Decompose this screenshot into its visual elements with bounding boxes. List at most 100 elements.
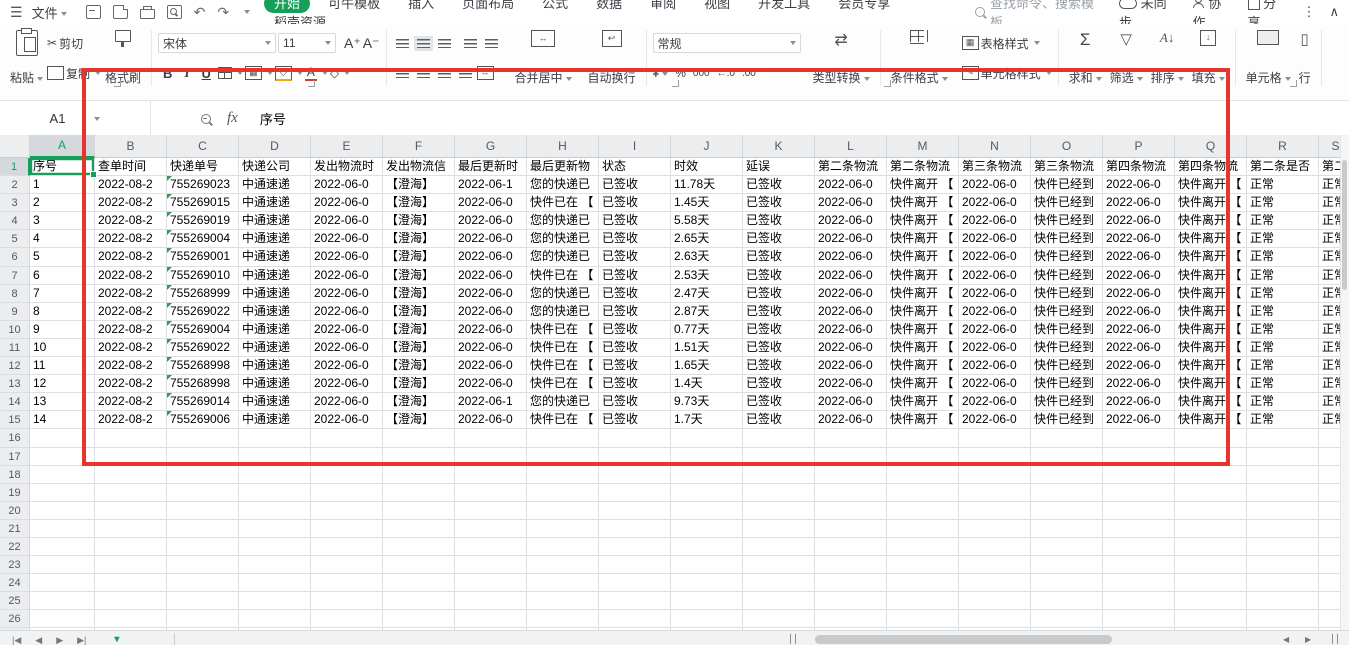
- cell-A24[interactable]: [30, 574, 95, 593]
- cell-I5[interactable]: 已签收: [599, 230, 671, 249]
- cell-C8[interactable]: 755268999: [167, 284, 239, 303]
- cell-B5[interactable]: 2022-08-2: [95, 230, 167, 249]
- cell-D12[interactable]: 中通速递: [239, 357, 311, 376]
- cell-R17[interactable]: [1247, 447, 1319, 466]
- cell-I14[interactable]: 已签收: [599, 393, 671, 412]
- cell-I18[interactable]: [599, 465, 671, 484]
- cell-A19[interactable]: [30, 483, 95, 502]
- cell-E13[interactable]: 2022-06-0: [311, 375, 383, 394]
- cell-O21[interactable]: [1031, 519, 1103, 538]
- print-preview-icon[interactable]: [166, 5, 182, 19]
- cell-F23[interactable]: [383, 556, 455, 575]
- cell-H10[interactable]: 快件已在 【: [527, 320, 599, 339]
- cell-O14[interactable]: 快件已经到: [1031, 393, 1103, 412]
- cell-E16[interactable]: [311, 429, 383, 448]
- row-header-6[interactable]: 6: [0, 248, 30, 267]
- cell-M24[interactable]: [887, 574, 959, 593]
- justify-icon[interactable]: [458, 68, 472, 78]
- cell-M8[interactable]: 快件离开 【: [887, 284, 959, 303]
- align-middle-icon[interactable]: [413, 35, 433, 51]
- cell-L3[interactable]: 2022-06-0: [815, 194, 887, 213]
- cell-L22[interactable]: [815, 537, 887, 557]
- cell-B24[interactable]: [95, 574, 167, 593]
- cell-R9[interactable]: 正常: [1247, 302, 1319, 321]
- cell-G14[interactable]: 2022-06-1: [455, 393, 527, 412]
- cell-G7[interactable]: 2022-06-0: [455, 266, 527, 285]
- cell-D15[interactable]: 中通速递: [239, 411, 311, 430]
- borders-icon[interactable]: [217, 67, 232, 79]
- cell-O1[interactable]: 第三条物流: [1031, 158, 1103, 177]
- cell-O9[interactable]: 快件已经到: [1031, 302, 1103, 321]
- cell-K7[interactable]: 已签收: [743, 266, 815, 285]
- cell-F16[interactable]: [383, 429, 455, 448]
- cell-N12[interactable]: 2022-06-0: [959, 357, 1031, 376]
- cell-L20[interactable]: [815, 501, 887, 520]
- cell-H11[interactable]: 快件已在 【: [527, 338, 599, 358]
- filter-button[interactable]: ▽ 筛选: [1110, 30, 1143, 86]
- cell-Q1[interactable]: 第四条物流: [1175, 158, 1247, 177]
- cell-F14[interactable]: 【澄海】: [383, 393, 455, 412]
- cell-Q21[interactable]: [1175, 519, 1247, 538]
- wrap-text-button[interactable]: ↩ 自动换行: [588, 30, 636, 86]
- increase-decimal-icon[interactable]: .00: [742, 68, 756, 79]
- cell-B19[interactable]: [95, 483, 167, 502]
- cell-D19[interactable]: [239, 483, 311, 502]
- cell-L24[interactable]: [815, 574, 887, 593]
- decrease-indent-icon[interactable]: [463, 38, 477, 48]
- cell-P3[interactable]: 2022-06-0: [1103, 194, 1175, 213]
- cell-D13[interactable]: 中通速递: [239, 375, 311, 394]
- cell-E2[interactable]: 2022-06-0: [311, 176, 383, 195]
- cell-R4[interactable]: 正常: [1247, 212, 1319, 231]
- percent-icon[interactable]: %: [675, 66, 686, 80]
- cell-D3[interactable]: 中通速递: [239, 194, 311, 213]
- column-header-H[interactable]: H: [527, 135, 599, 158]
- cell-N19[interactable]: [959, 483, 1031, 502]
- cell-G18[interactable]: [455, 465, 527, 484]
- cell-E20[interactable]: [311, 501, 383, 520]
- cell-H21[interactable]: [527, 519, 599, 538]
- cell-K2[interactable]: 已签收: [743, 176, 815, 195]
- column-header-A[interactable]: A: [30, 135, 95, 158]
- cell-O20[interactable]: [1031, 501, 1103, 520]
- cell-F24[interactable]: [383, 574, 455, 593]
- cell-O15[interactable]: 快件已经到: [1031, 411, 1103, 430]
- cell-C6[interactable]: 755269001: [167, 248, 239, 267]
- cell-J1[interactable]: 时效: [671, 158, 743, 177]
- cell-M9[interactable]: 快件离开 【: [887, 302, 959, 321]
- cell-B17[interactable]: [95, 447, 167, 466]
- row-header-2[interactable]: 2: [0, 176, 30, 195]
- cell-G9[interactable]: 2022-06-0: [455, 302, 527, 321]
- cell-I6[interactable]: 已签收: [599, 248, 671, 267]
- row-header-12[interactable]: 12: [0, 357, 30, 376]
- cell-G2[interactable]: 2022-06-1: [455, 176, 527, 195]
- cell-I19[interactable]: [599, 483, 671, 502]
- cell-F5[interactable]: 【澄海】: [383, 230, 455, 249]
- cell-L25[interactable]: [815, 592, 887, 611]
- cell-L17[interactable]: [815, 447, 887, 466]
- sheet-tab[interactable]: ▾: [114, 634, 119, 645]
- cell-M2[interactable]: 快件离开 【: [887, 176, 959, 195]
- cell-H8[interactable]: 您的快递已: [527, 284, 599, 303]
- cell-R8[interactable]: 正常: [1247, 284, 1319, 303]
- cell-P11[interactable]: 2022-06-0: [1103, 338, 1175, 358]
- select-all-corner[interactable]: [0, 135, 30, 158]
- cell-D17[interactable]: [239, 447, 311, 466]
- cell-O26[interactable]: [1031, 610, 1103, 629]
- cell-I9[interactable]: 已签收: [599, 302, 671, 321]
- cell-F26[interactable]: [383, 610, 455, 629]
- cell-P15[interactable]: 2022-06-0: [1103, 411, 1175, 430]
- cell-K25[interactable]: [743, 592, 815, 611]
- cell-A13[interactable]: 12: [30, 375, 95, 394]
- cell-F25[interactable]: [383, 592, 455, 611]
- decrease-font-icon[interactable]: A⁻: [363, 35, 380, 52]
- column-header-M[interactable]: M: [887, 135, 959, 158]
- undo-icon[interactable]: ↶: [194, 4, 206, 21]
- cell-H9[interactable]: 您的快递已: [527, 302, 599, 321]
- cell-K4[interactable]: 已签收: [743, 212, 815, 231]
- cell-G12[interactable]: 2022-06-0: [455, 357, 527, 376]
- cell-L15[interactable]: 2022-06-0: [815, 411, 887, 430]
- cell-K24[interactable]: [743, 574, 815, 593]
- cell-B22[interactable]: [95, 537, 167, 557]
- cell-N23[interactable]: [959, 556, 1031, 575]
- table-style-button[interactable]: ▦ 表格样式: [961, 30, 1052, 56]
